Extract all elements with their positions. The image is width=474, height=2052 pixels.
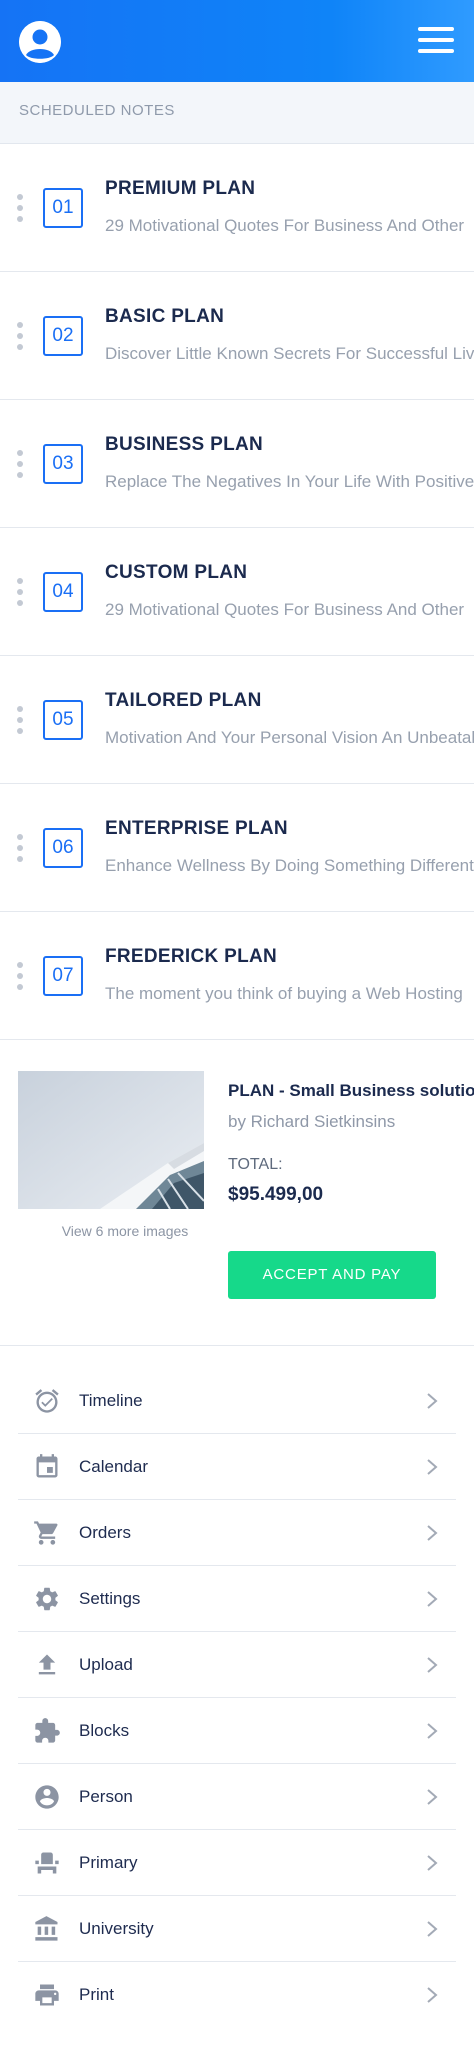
menu-item-blocks[interactable]: Blocks	[18, 1698, 456, 1764]
more-images-link[interactable]: View 6 more images	[18, 1223, 232, 1239]
chevron-right-icon	[427, 1459, 438, 1475]
menu-item-upload[interactable]: Upload	[18, 1632, 456, 1698]
plan-item[interactable]: 03 BUSINESS PLAN Replace The Negatives I…	[0, 400, 474, 528]
plan-title: TAILORED PLAN	[105, 690, 262, 711]
plan-description: 29 Motivational Quotes For Business And …	[105, 216, 465, 235]
plan-item[interactable]: 07 FREDERICK PLAN The moment you think o…	[0, 912, 474, 1040]
plan-title: CUSTOM PLAN	[105, 562, 248, 583]
plan-title: BUSINESS PLAN	[105, 434, 264, 455]
chevron-right-icon	[427, 1723, 438, 1739]
seat-icon	[33, 1849, 61, 1877]
product-card: View 6 more images PLAN - Small Business…	[0, 1040, 474, 1346]
drag-handle-icon[interactable]	[17, 194, 23, 222]
hamburger-menu-icon[interactable]	[418, 27, 454, 53]
plan-title: PREMIUM PLAN	[105, 178, 256, 199]
plan-item[interactable]: 02 BASIC PLAN Discover Little Known Secr…	[0, 272, 474, 400]
plan-number: 01	[43, 188, 83, 228]
plan-item[interactable]: 04 CUSTOM PLAN 29 Motivational Quotes Fo…	[0, 528, 474, 656]
menu-item-label: Settings	[79, 1589, 141, 1608]
chevron-right-icon	[427, 1657, 438, 1673]
plan-number: 06	[43, 828, 83, 868]
plan-description: 29 Motivational Quotes For Business And …	[105, 600, 465, 619]
product-title: PLAN - Small Business solution	[228, 1081, 474, 1100]
drag-handle-icon[interactable]	[17, 962, 23, 990]
plan-title: ENTERPRISE PLAN	[105, 818, 288, 839]
menu-item-calendar[interactable]: Calendar	[18, 1434, 456, 1500]
menu-item-primary[interactable]: Primary	[18, 1830, 456, 1896]
upload-icon	[33, 1651, 61, 1679]
chevron-right-icon	[427, 1591, 438, 1607]
section-header: SCHEDULED NOTES	[0, 82, 474, 144]
account-circle-icon[interactable]	[19, 21, 61, 63]
puzzle-piece-icon	[33, 1717, 61, 1745]
alarm-clock-icon	[33, 1387, 61, 1415]
plan-description: Enhance Wellness By Doing Something Diff…	[105, 856, 474, 875]
menu-item-person[interactable]: Person	[18, 1764, 456, 1830]
chevron-right-icon	[427, 1855, 438, 1871]
accept-and-pay-button[interactable]: ACCEPT AND PAY	[228, 1251, 436, 1299]
drag-handle-icon[interactable]	[17, 322, 23, 350]
menu-item-label: Calendar	[79, 1457, 148, 1476]
drag-handle-icon[interactable]	[17, 834, 23, 862]
shopping-cart-icon	[33, 1519, 61, 1547]
person-icon	[33, 1783, 61, 1811]
plan-number: 02	[43, 316, 83, 356]
total-label: TOTAL:	[228, 1156, 283, 1173]
menu-item-university[interactable]: University	[18, 1896, 456, 1962]
plan-description: Replace The Negatives In Your Life With …	[105, 472, 474, 491]
calendar-icon	[33, 1453, 61, 1481]
total-value: $95.499,00	[228, 1184, 324, 1205]
plan-item[interactable]: 01 PREMIUM PLAN 29 Motivational Quotes F…	[0, 144, 474, 272]
product-author: by Richard Sietkinsins	[228, 1112, 396, 1131]
chevron-right-icon	[427, 1393, 438, 1409]
plan-number: 07	[43, 956, 83, 996]
printer-icon	[33, 1981, 61, 2009]
plan-item[interactable]: 05 TAILORED PLAN Motivation And Your Per…	[0, 656, 474, 784]
plan-item[interactable]: 06 ENTERPRISE PLAN Enhance Wellness By D…	[0, 784, 474, 912]
plan-number: 04	[43, 572, 83, 612]
menu-item-settings[interactable]: Settings	[18, 1566, 456, 1632]
bank-icon	[33, 1915, 61, 1943]
plan-description: Motivation And Your Personal Vision An U…	[105, 728, 474, 747]
menu-item-label: Timeline	[79, 1391, 143, 1410]
plan-description: The moment you think of buying a Web Hos…	[105, 984, 463, 1003]
menu-item-label: University	[79, 1919, 154, 1938]
menu-item-label: Print	[79, 1985, 114, 2004]
chevron-right-icon	[427, 1921, 438, 1937]
drag-handle-icon[interactable]	[17, 450, 23, 478]
plan-number: 05	[43, 700, 83, 740]
menu-item-timeline[interactable]: Timeline	[18, 1368, 456, 1434]
plan-number: 03	[43, 444, 83, 484]
gear-icon	[33, 1585, 61, 1613]
app-header	[0, 0, 474, 82]
product-image[interactable]	[18, 1071, 204, 1209]
menu-item-label: Orders	[79, 1523, 131, 1542]
plan-list: 01 PREMIUM PLAN 29 Motivational Quotes F…	[0, 144, 474, 1040]
menu-item-label: Person	[79, 1787, 133, 1806]
chevron-right-icon	[427, 1525, 438, 1541]
menu-item-print[interactable]: Print	[18, 1962, 456, 2028]
chevron-right-icon	[427, 1987, 438, 2003]
section-title: SCHEDULED NOTES	[19, 102, 175, 119]
plan-description: Discover Little Known Secrets For Succes…	[105, 344, 474, 363]
chevron-right-icon	[427, 1789, 438, 1805]
menu-item-label: Primary	[79, 1853, 138, 1872]
menu-item-label: Upload	[79, 1655, 133, 1674]
drag-handle-icon[interactable]	[17, 706, 23, 734]
plan-title: FREDERICK PLAN	[105, 946, 278, 967]
drag-handle-icon[interactable]	[17, 578, 23, 606]
menu-item-label: Blocks	[79, 1721, 130, 1740]
plan-title: BASIC PLAN	[105, 306, 225, 327]
menu-list: Timeline Calendar Orders Settings Upload	[18, 1368, 456, 2028]
menu-item-orders[interactable]: Orders	[18, 1500, 456, 1566]
